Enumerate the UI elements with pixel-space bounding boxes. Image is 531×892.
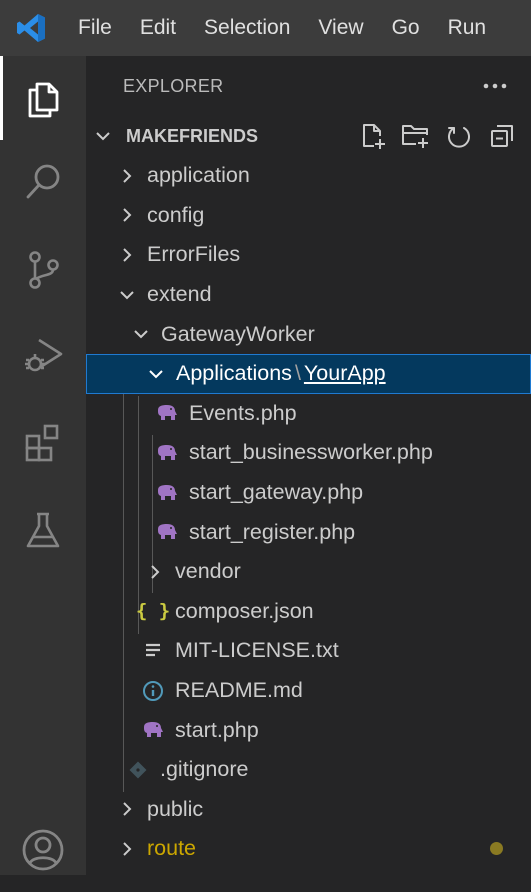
- extensions-icon[interactable]: [0, 400, 86, 484]
- php-elephant-icon: [140, 717, 166, 743]
- tree-item-label: public: [147, 796, 204, 821]
- tree-item-label: GatewayWorker: [161, 321, 315, 346]
- chevron-right-icon: [114, 202, 140, 228]
- tree-file-readme-md[interactable]: README.md: [86, 671, 531, 711]
- title-bar: File Edit Selection View Go Run: [0, 0, 531, 56]
- php-elephant-icon: [154, 440, 180, 466]
- tree-item-label: Applications: [176, 361, 292, 386]
- tree-file-composer-json[interactable]: { } composer.json: [86, 592, 531, 632]
- modified-indicator-dot: [490, 842, 503, 856]
- tree-folder-config[interactable]: config: [86, 196, 531, 236]
- tree-file-mit-license-txt[interactable]: MIT-LICENSE.txt: [86, 631, 531, 671]
- source-control-icon[interactable]: [0, 228, 86, 312]
- info-icon: [140, 678, 166, 704]
- menu-edit[interactable]: Edit: [126, 0, 190, 56]
- tree-item-label: start.php: [175, 717, 259, 742]
- text-lines-icon: [140, 638, 166, 664]
- tree-folder-public[interactable]: public: [86, 790, 531, 830]
- tree-item-label: ErrorFiles: [147, 242, 241, 267]
- workspace-title: MAKEFRIENDS: [126, 125, 259, 146]
- tree-folder-applications-yourapp[interactable]: Applications \ YourApp: [86, 354, 531, 394]
- tree-folder-application[interactable]: application: [86, 156, 531, 196]
- more-actions-icon[interactable]: [483, 76, 507, 96]
- chevron-down-icon: [90, 123, 116, 149]
- tree-item-label: MIT-LICENSE.txt: [175, 638, 339, 663]
- chevron-right-icon: [114, 796, 140, 822]
- tree-item-label: start_register.php: [189, 519, 356, 544]
- chevron-right-icon: [114, 242, 140, 268]
- tree-folder-extend[interactable]: extend: [86, 275, 531, 315]
- php-elephant-icon: [154, 519, 180, 545]
- refresh-icon[interactable]: [437, 116, 480, 156]
- tree-file-start-register-php[interactable]: start_register.php: [86, 512, 531, 552]
- vscode-logo-icon: [0, 0, 62, 56]
- sidebar-title: EXPLORER: [123, 75, 224, 96]
- tree-item-label-yourapp[interactable]: YourApp: [304, 361, 386, 386]
- menu-run[interactable]: Run: [434, 0, 501, 56]
- tree-item-label: README.md: [175, 678, 303, 703]
- menu-view[interactable]: View: [304, 0, 377, 56]
- tree-file-start-gateway-php[interactable]: start_gateway.php: [86, 473, 531, 513]
- path-separator: \: [294, 361, 301, 386]
- json-braces-icon: { }: [135, 600, 171, 623]
- tree-folder-route[interactable]: route: [86, 829, 531, 869]
- menu-file[interactable]: File: [62, 0, 126, 56]
- tree-item-label: extend: [147, 282, 212, 307]
- tree-folder-vendor[interactable]: vendor: [86, 552, 531, 592]
- tree-item-label: config: [147, 202, 205, 227]
- tree-folder-errorfiles[interactable]: ErrorFiles: [86, 235, 531, 275]
- section-actions: [351, 116, 523, 156]
- tree-file-start-businessworker-php[interactable]: start_businessworker.php: [86, 433, 531, 473]
- explorer-icon[interactable]: [0, 56, 86, 140]
- chevron-right-icon: [114, 163, 140, 189]
- collapse-all-icon[interactable]: [480, 116, 523, 156]
- tree-file-gitignore[interactable]: .gitignore: [86, 750, 531, 790]
- search-icon[interactable]: [0, 140, 86, 224]
- chevron-down-icon: [114, 282, 140, 308]
- explorer-sidebar: EXPLORER MAKEFRIENDS application config …: [86, 56, 531, 875]
- php-elephant-icon: [154, 400, 180, 426]
- tree-item-label: start_gateway.php: [189, 480, 364, 505]
- new-folder-icon[interactable]: [394, 116, 437, 156]
- menu-selection[interactable]: Selection: [190, 0, 304, 56]
- chevron-right-icon: [114, 836, 140, 862]
- tree-item-label: application: [147, 163, 250, 188]
- activity-bar: [0, 56, 86, 875]
- accounts-icon[interactable]: [0, 808, 86, 892]
- sidebar-header: EXPLORER: [86, 56, 531, 116]
- tree-folder-gatewayworker[interactable]: GatewayWorker: [86, 314, 531, 354]
- testing-icon[interactable]: [0, 488, 86, 572]
- workspace-section-header[interactable]: MAKEFRIENDS: [86, 116, 531, 156]
- php-elephant-icon: [154, 480, 180, 506]
- tree-file-events-php[interactable]: Events.php: [86, 394, 531, 434]
- tree-item-label: Events.php: [189, 400, 297, 425]
- chevron-right-icon: [142, 559, 168, 585]
- new-file-icon[interactable]: [351, 116, 394, 156]
- menu-bar: File Edit Selection View Go Run: [62, 0, 500, 56]
- tree-item-label: start_businessworker.php: [189, 440, 433, 465]
- tree-file-start-php[interactable]: start.php: [86, 710, 531, 750]
- tree-item-label: composer.json: [175, 598, 314, 623]
- menu-go[interactable]: Go: [378, 0, 434, 56]
- tree-item-label: vendor: [175, 559, 241, 584]
- tree-item-label: route: [147, 836, 197, 861]
- tree-item-label: .gitignore: [160, 757, 249, 782]
- chevron-down-icon: [128, 321, 154, 347]
- chevron-down-icon: [143, 361, 169, 387]
- run-debug-icon[interactable]: [0, 314, 86, 398]
- git-icon: [125, 757, 151, 783]
